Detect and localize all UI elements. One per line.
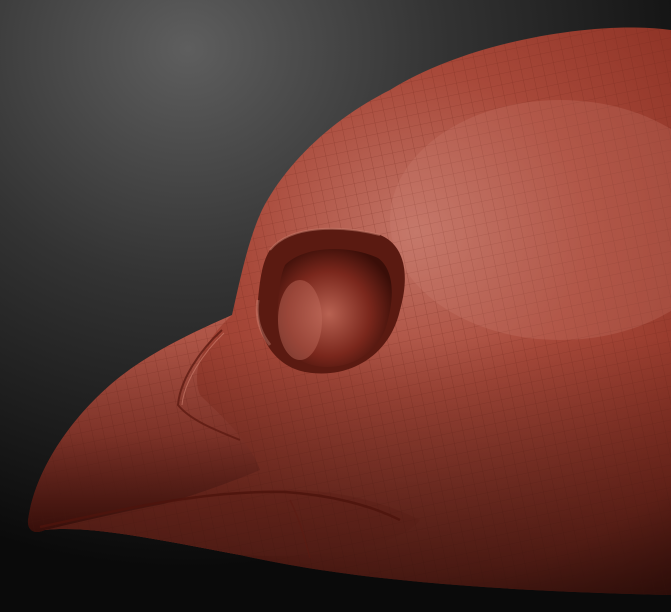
- sculpt-render: [0, 0, 671, 612]
- 3d-viewport[interactable]: [0, 0, 671, 612]
